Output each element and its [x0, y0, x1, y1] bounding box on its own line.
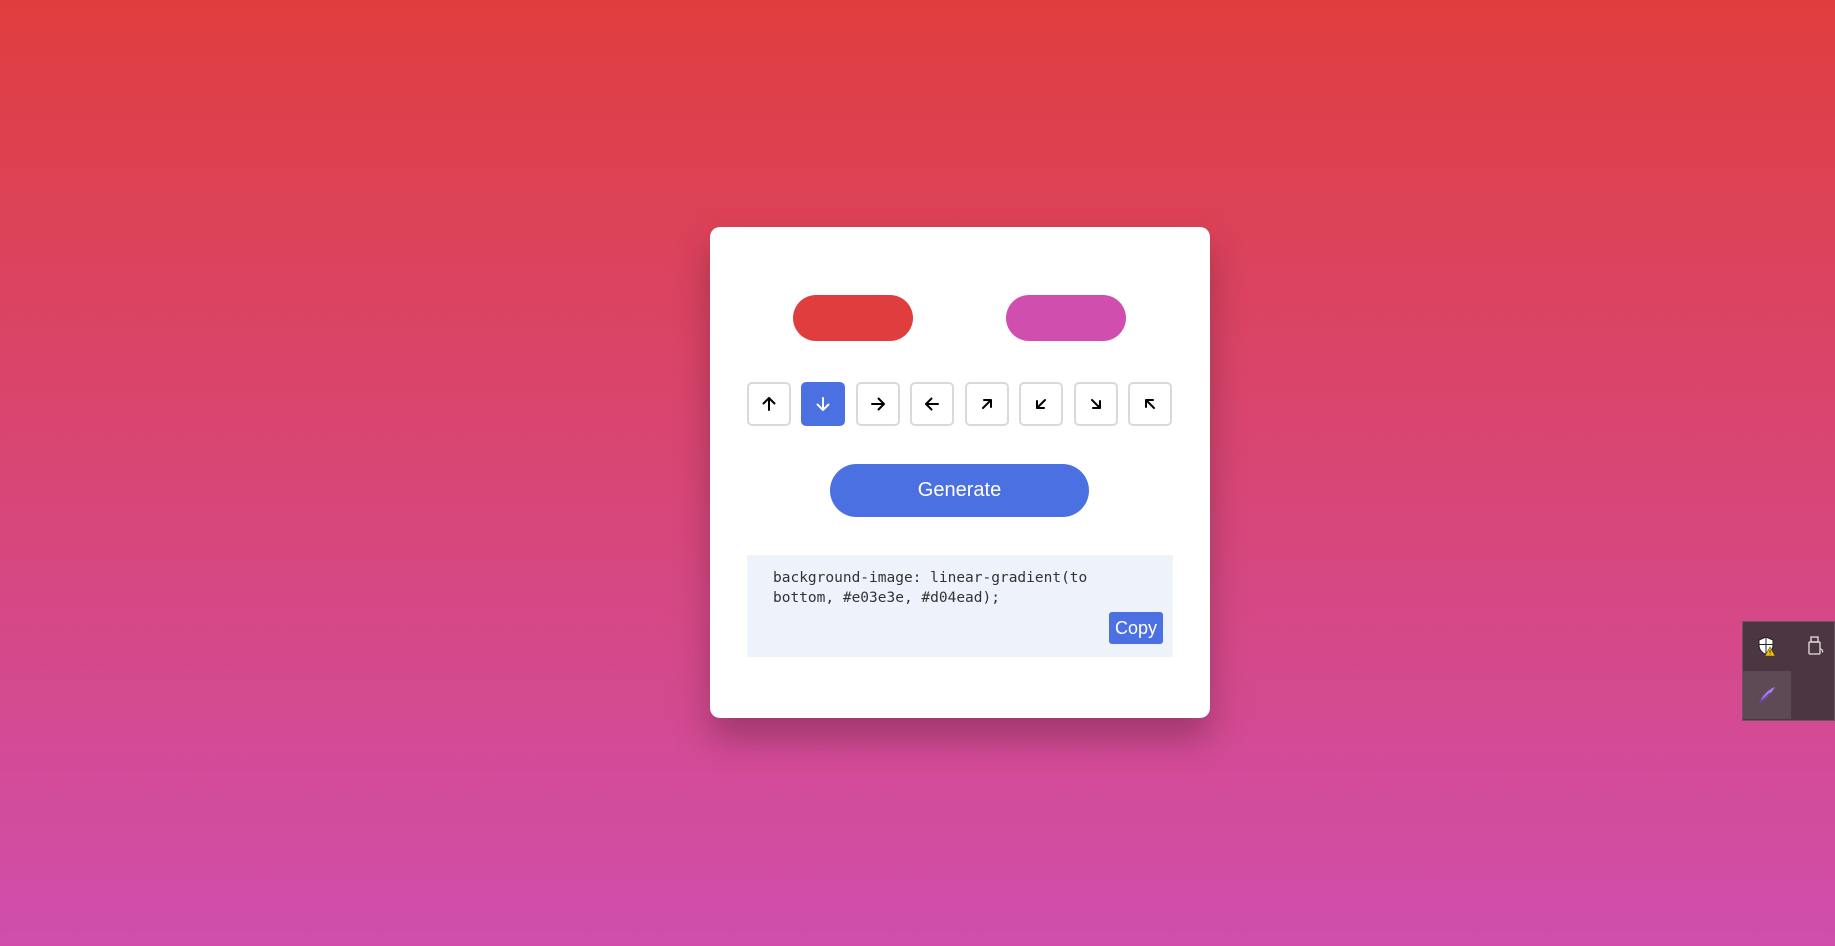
arrow-left-icon: [925, 397, 939, 411]
direction-button-bottom-right[interactable]: [1074, 382, 1118, 426]
tray-item-feather[interactable]: [1743, 671, 1791, 719]
direction-button-right[interactable]: [856, 382, 900, 426]
tray-item-security[interactable]: [1743, 622, 1791, 670]
start-color-picker[interactable]: [793, 295, 913, 341]
gradient-generator-card: Generate background-image: linear-gradie…: [710, 227, 1210, 718]
arrow-up-left-icon: [1145, 399, 1155, 409]
direction-button-left[interactable]: [910, 382, 954, 426]
direction-button-top-left[interactable]: [1128, 382, 1172, 426]
direction-button-top[interactable]: [747, 382, 791, 426]
arrow-right-icon: [871, 397, 885, 411]
direction-button-bottom[interactable]: [801, 382, 845, 426]
generate-button[interactable]: Generate: [830, 464, 1089, 517]
arrow-up-right-icon: [982, 399, 992, 409]
copy-button[interactable]: Copy: [1109, 612, 1163, 644]
css-output-code: background-image: linear-gradient(to bot…: [773, 570, 1088, 606]
system-tray-overflow: [1742, 621, 1835, 721]
direction-button-bottom-left[interactable]: [1019, 382, 1063, 426]
security-shield-warning-icon: [1758, 636, 1776, 657]
direction-selector: [747, 382, 1174, 426]
direction-button-top-right[interactable]: [965, 382, 1009, 426]
usb-drive-icon: [1808, 636, 1824, 655]
arrow-up-icon: [762, 397, 776, 411]
css-output-box: background-image: linear-gradient(to bot…: [747, 555, 1173, 657]
arrow-down-right-icon: [1091, 399, 1101, 409]
tray-item-usb[interactable]: [1791, 622, 1835, 670]
arrow-down-icon: [816, 397, 830, 411]
feather-pen-icon: [1758, 687, 1775, 704]
arrow-down-left-icon: [1036, 399, 1046, 409]
end-color-picker[interactable]: [1006, 295, 1126, 341]
